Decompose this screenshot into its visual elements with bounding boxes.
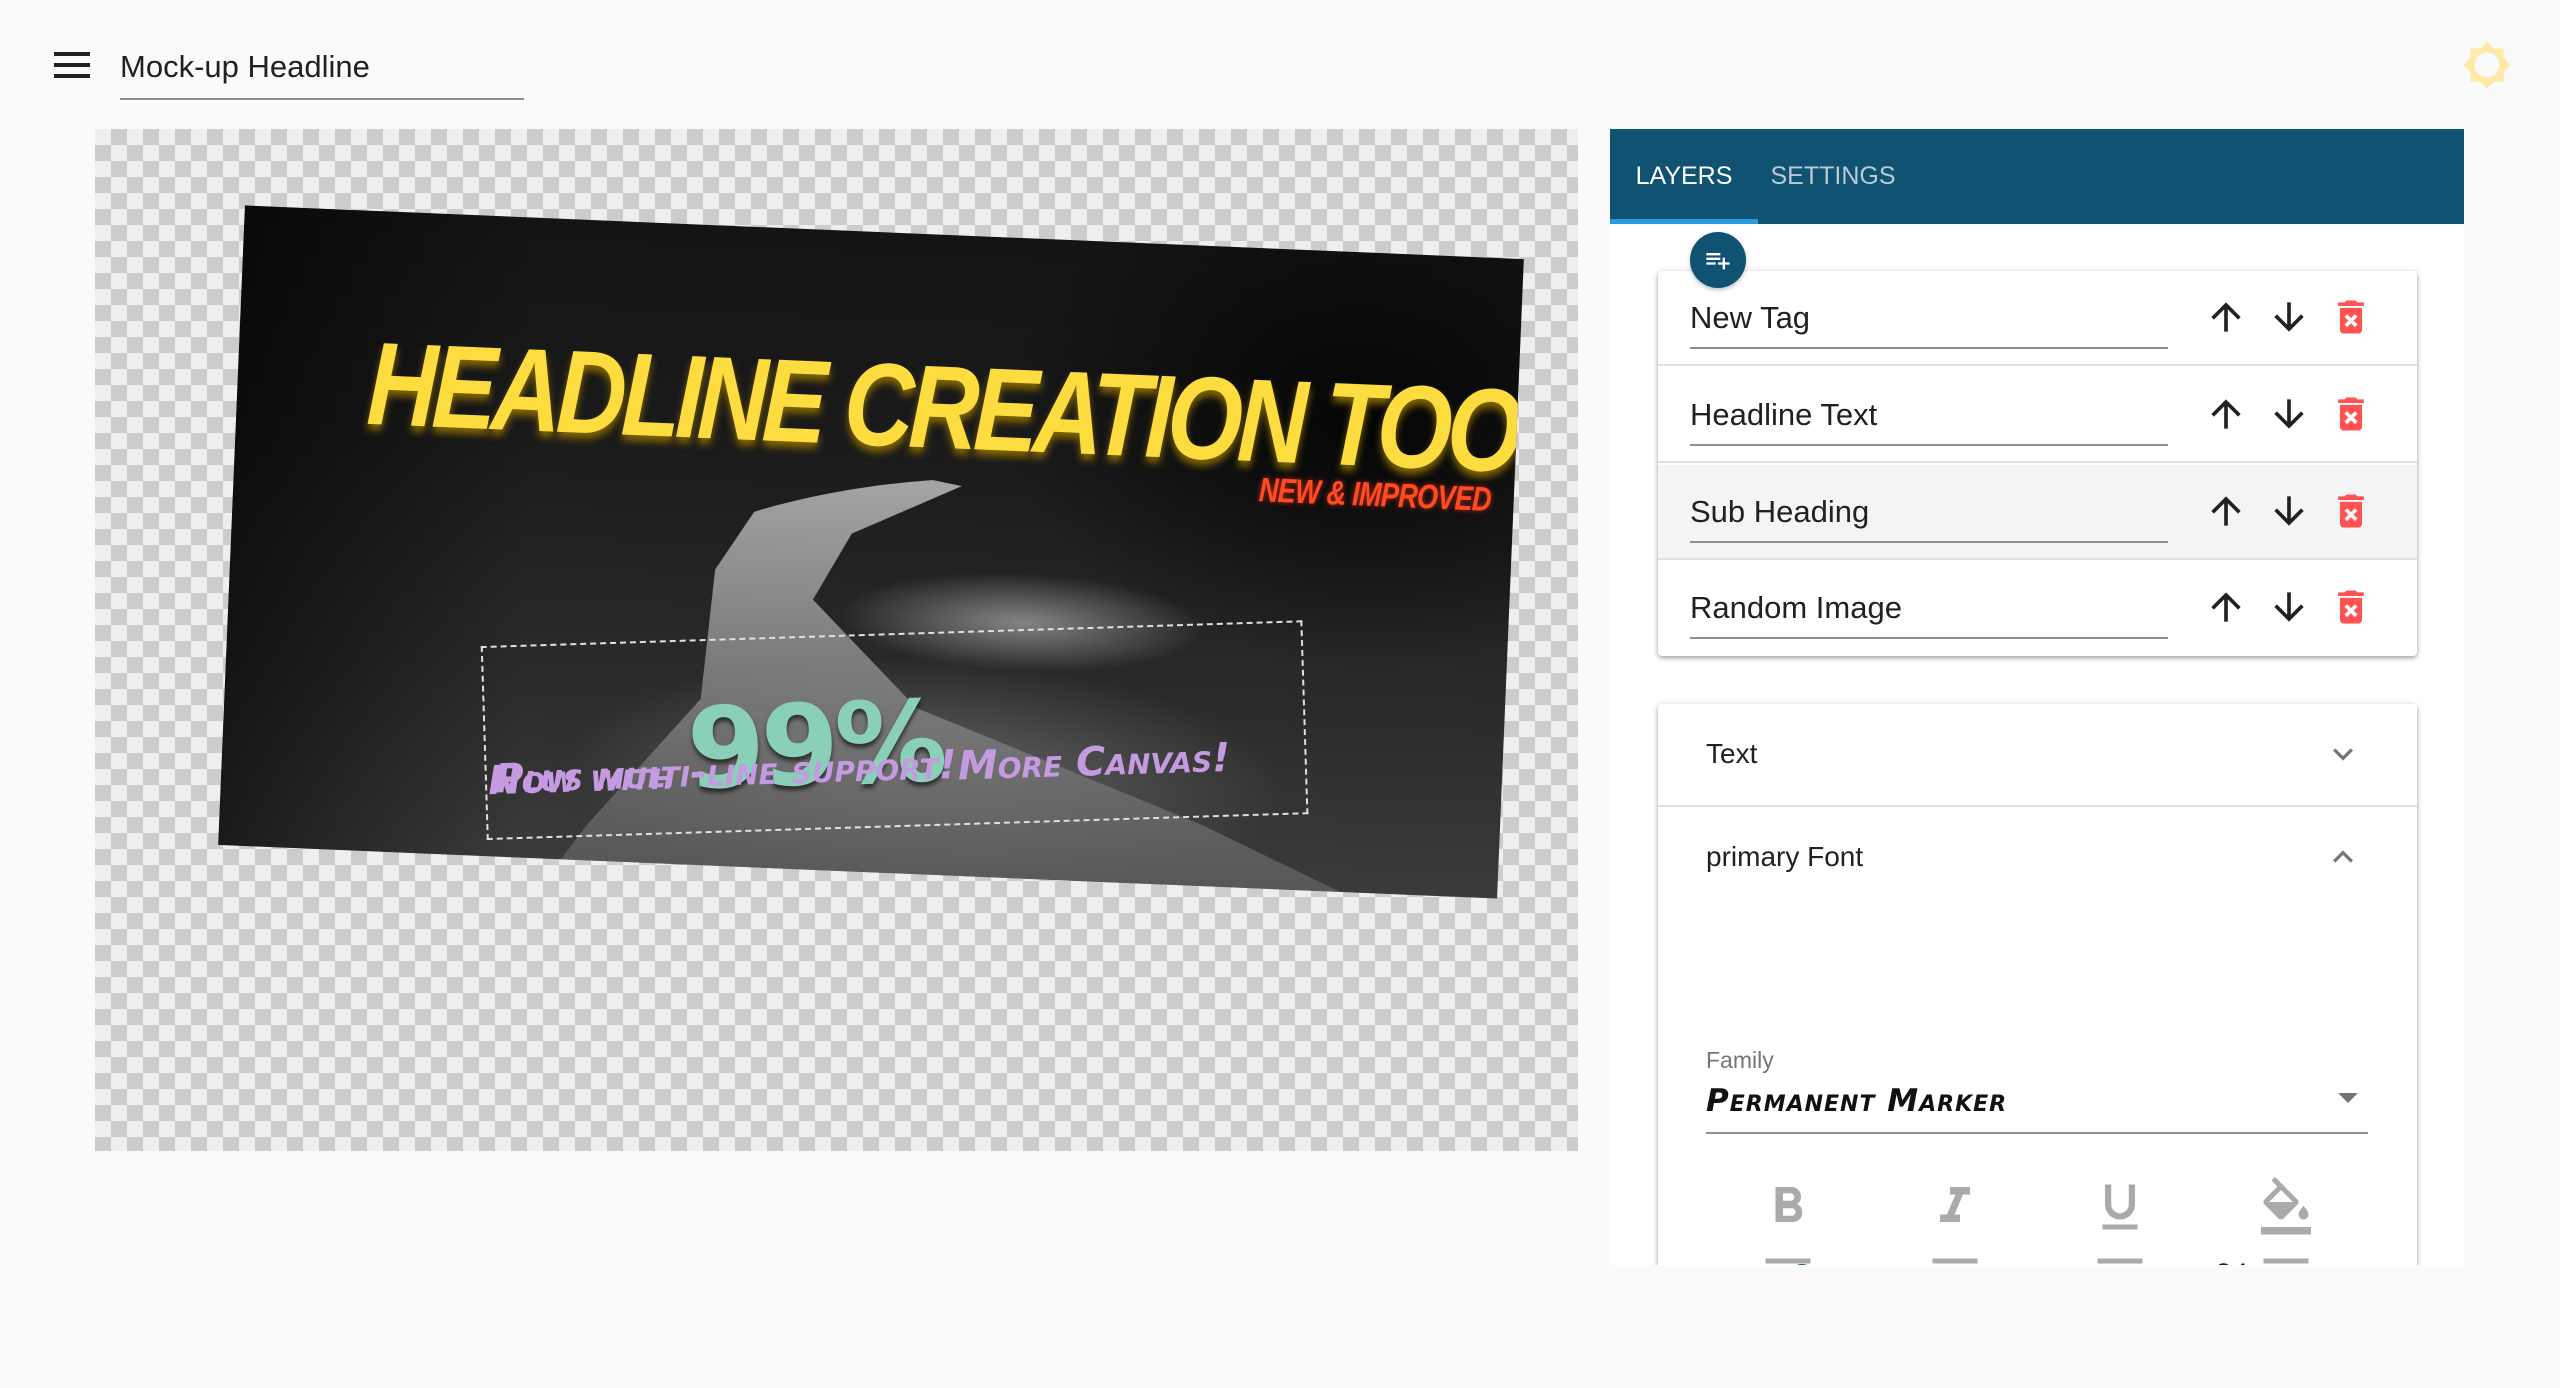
bold-icon (1775, 1187, 1803, 1222)
brightness-icon (2463, 41, 2511, 89)
delete-forever-icon (2338, 494, 2364, 528)
size-slider[interactable] (1788, 1264, 2258, 1265)
align-justify-button[interactable] (2256, 1251, 2316, 1265)
layer-row[interactable] (1658, 271, 2417, 366)
layer-row[interactable] (1658, 561, 2417, 656)
align-center-button[interactable] (1925, 1251, 1985, 1265)
document-title-input[interactable] (120, 40, 524, 100)
align-right-icon (2097, 1258, 2143, 1264)
delete-layer-button[interactable] (2329, 295, 2373, 339)
menu-button[interactable] (50, 48, 94, 82)
arrow-down-icon (2274, 302, 2304, 332)
move-up-button[interactable] (2204, 585, 2248, 629)
menu-icon (54, 52, 90, 56)
section-title: primary Font (1706, 841, 1864, 872)
text-section-header[interactable]: Text (1658, 704, 2417, 807)
arrow-up-icon (2211, 592, 2241, 622)
delete-layer-button[interactable] (2329, 585, 2373, 629)
fill-color-button[interactable] (2256, 1177, 2316, 1237)
playlist-add-icon (1706, 253, 1730, 270)
editor-canvas[interactable]: HEADLINE CREATION TOOL NEW & IMPROVED No… (95, 129, 1578, 1151)
arrow-down-icon (2274, 496, 2304, 526)
move-up-button[interactable] (2204, 489, 2248, 533)
tab-layers[interactable]: Layers (1610, 129, 1758, 224)
primary-font-section-header[interactable]: primary Font (1658, 807, 2417, 910)
layer-row[interactable] (1658, 368, 2417, 463)
arrow-up-icon (2211, 496, 2241, 526)
format-color-fill-icon (2261, 1177, 2311, 1235)
arrow-up-icon (2211, 302, 2241, 332)
bold-button[interactable] (1758, 1177, 1818, 1237)
add-layer-button[interactable] (1690, 232, 1746, 288)
layer-name-input[interactable] (1690, 289, 2168, 349)
underline-button[interactable] (2090, 1177, 2150, 1237)
align-right-button[interactable] (2090, 1251, 2150, 1265)
align-left-button[interactable] (1758, 1251, 1818, 1265)
layer-name-input[interactable] (1690, 483, 2168, 543)
size-label: Size (1706, 1260, 1757, 1265)
arrow-up-icon (2211, 399, 2241, 429)
move-down-button[interactable] (2267, 295, 2311, 339)
italic-button[interactable] (1925, 1177, 1985, 1237)
align-left-icon (1765, 1258, 1811, 1264)
size-value: 24 (2215, 1258, 2248, 1265)
dropdown-arrow-icon (2338, 1093, 2358, 1103)
section-title: Text (1706, 738, 1758, 769)
tab-bar: Layers Settings (1610, 129, 2464, 224)
layers-list (1658, 271, 2417, 656)
layer-settings: Text primary Font Family Permanent Marke… (1658, 704, 2417, 1265)
underline-icon (2102, 1184, 2138, 1230)
font-family-value: Permanent Marker (1706, 1083, 2008, 1119)
side-panel: Layers Settings (1610, 129, 2464, 1265)
chevron-up-icon (2333, 850, 2353, 863)
delete-forever-icon (2338, 590, 2364, 624)
arrow-down-icon (2274, 592, 2304, 622)
delete-forever-icon (2338, 300, 2364, 334)
menu-icon-bar (54, 74, 90, 78)
delete-layer-button[interactable] (2329, 489, 2373, 533)
family-label: Family (1706, 1047, 1774, 1073)
italic-icon (1940, 1187, 1970, 1222)
sub-heading-suffix: More Canvas! (957, 734, 1231, 790)
move-up-button[interactable] (2204, 295, 2248, 339)
arrow-down-icon (2274, 399, 2304, 429)
layer-name-input[interactable] (1690, 579, 2168, 639)
tab-settings[interactable]: Settings (1758, 129, 1908, 224)
move-down-button[interactable] (2267, 585, 2311, 629)
move-down-button[interactable] (2267, 489, 2311, 533)
layer-name-input[interactable] (1690, 386, 2168, 446)
move-up-button[interactable] (2204, 392, 2248, 436)
headline-artwork[interactable]: HEADLINE CREATION TOOL NEW & IMPROVED No… (218, 205, 1524, 899)
active-tab-indicator (1610, 219, 1758, 224)
menu-icon-bar (54, 63, 90, 67)
align-justify-icon (2263, 1258, 2309, 1264)
delete-layer-button[interactable] (2329, 392, 2373, 436)
delete-forever-icon (2338, 397, 2364, 431)
chevron-down-icon (2333, 748, 2353, 761)
align-center-icon (1932, 1258, 1978, 1264)
font-family-select[interactable]: Permanent Marker (1706, 1079, 2368, 1134)
theme-toggle-button[interactable] (2462, 40, 2512, 90)
move-down-button[interactable] (2267, 392, 2311, 436)
slider-thumb[interactable] (1788, 1264, 1816, 1265)
layer-row[interactable] (1658, 465, 2417, 560)
